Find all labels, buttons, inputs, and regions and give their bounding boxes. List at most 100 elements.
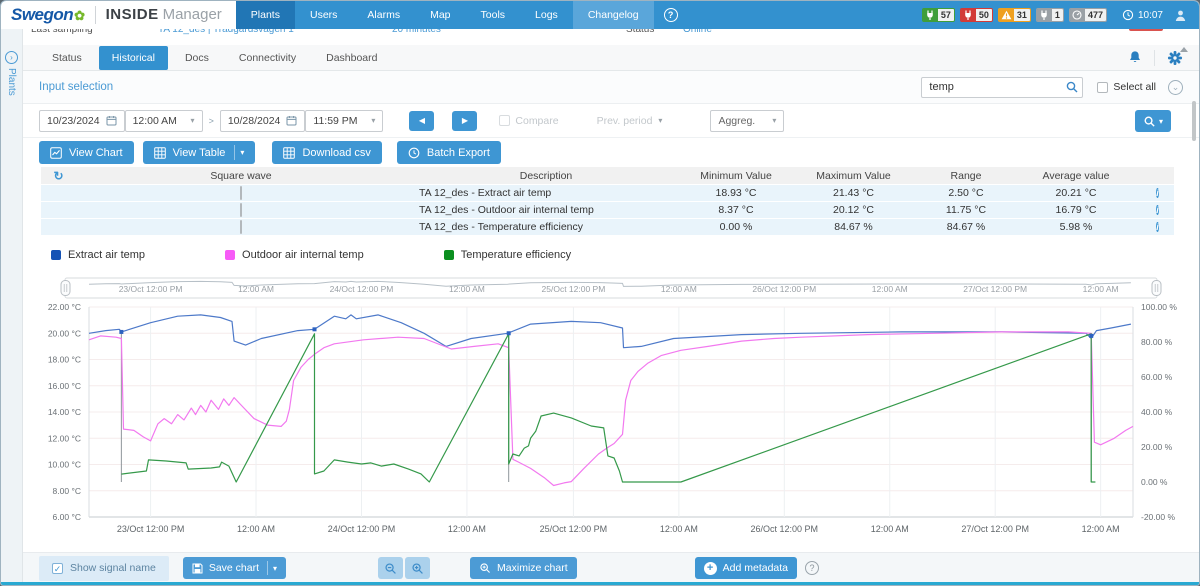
- badge-count: 31: [1014, 9, 1030, 21]
- csv-grid-icon: [283, 147, 295, 159]
- signal-search-input[interactable]: [921, 77, 1083, 98]
- navigator-tick-label: 26/Oct 12:00 PM: [752, 284, 816, 294]
- square-wave-checkbox[interactable]: [240, 186, 242, 200]
- historical-chart[interactable]: 23/Oct 12:00 PM12:00 AM24/Oct 12:00 PM12…: [21, 269, 1181, 547]
- scrollbar-fragment[interactable]: [1192, 101, 1196, 141]
- nav-item-users[interactable]: Users: [295, 1, 352, 29]
- nav-item-alarms[interactable]: Alarms: [352, 1, 415, 29]
- left-axis-tick: 10.00 °C: [48, 460, 81, 470]
- previous-period-button[interactable]: ◀: [409, 111, 434, 131]
- search-icon[interactable]: [1065, 80, 1079, 94]
- nav-item-changelog[interactable]: Changelog: [573, 1, 654, 29]
- legend-item[interactable]: Extract air temp: [51, 249, 145, 261]
- help-icon[interactable]: ?: [664, 8, 678, 22]
- navigator-handle-right[interactable]: [1152, 281, 1161, 296]
- navigator-tick-label: 12:00 AM: [238, 284, 274, 294]
- square-wave-checkbox[interactable]: [240, 220, 242, 234]
- info-icon[interactable]: i: [1156, 188, 1159, 198]
- navigator-handle-left[interactable]: [61, 281, 70, 296]
- show-signal-name-toggle[interactable]: ✓ Show signal name: [39, 556, 169, 581]
- prev-period-select[interactable]: Prev. period▾: [597, 115, 663, 127]
- signal-description: TA 12_des - Extract air temp: [406, 187, 551, 199]
- show-signal-name-checkbox[interactable]: ✓: [52, 563, 63, 574]
- info-icon[interactable]: i: [1156, 222, 1159, 232]
- chart-legend: Extract air temp Outdoor air internal tem…: [51, 249, 651, 261]
- minimum-value: 18.93 °C: [716, 187, 757, 199]
- input-selection-title: Input selection: [39, 81, 113, 93]
- right-axis-tick: 0.00 %: [1141, 477, 1168, 487]
- save-chart-button[interactable]: Save chart ▾: [183, 557, 286, 579]
- legend-item[interactable]: Temperature efficiency: [444, 249, 571, 261]
- nav-item-tools[interactable]: Tools: [466, 1, 521, 29]
- select-all-checkbox[interactable]: [1097, 82, 1108, 93]
- badge-count: 1: [1052, 9, 1063, 21]
- toolbar-help-icon[interactable]: ?: [805, 561, 819, 575]
- main-nav: PlantsUsersAlarmsMapToolsLogsChangelog: [236, 1, 654, 29]
- expand-rail-icon[interactable]: ›: [5, 51, 18, 64]
- next-period-button[interactable]: ▶: [452, 111, 477, 131]
- aggregation-select[interactable]: Aggreg.▾: [710, 110, 784, 132]
- tabs: StatusHistoricalDocsConnectivityDashboar…: [39, 46, 390, 70]
- user-icon[interactable]: [1174, 9, 1187, 22]
- clock: 10:07: [1122, 9, 1163, 21]
- apply-search-button[interactable]: ▾: [1135, 110, 1171, 132]
- scroll-up-arrow[interactable]: [1180, 47, 1188, 52]
- status-badge-57[interactable]: 57: [922, 8, 955, 22]
- view-chart-button[interactable]: View Chart: [39, 141, 134, 164]
- collapse-section-icon[interactable]: ⌄: [1168, 80, 1183, 95]
- tab-historical[interactable]: Historical: [99, 46, 168, 70]
- chevron-down-icon: ▾: [371, 116, 375, 125]
- status-badge-1[interactable]: 1: [1036, 8, 1064, 22]
- view-table-button[interactable]: View Table ▾: [143, 141, 256, 164]
- data-point-marker[interactable]: [119, 330, 123, 334]
- clipped-text: Status: [626, 29, 654, 35]
- data-point-marker[interactable]: [507, 331, 511, 335]
- series-line-temperature-efficiency[interactable]: [121, 334, 1095, 482]
- x-axis-tick: 12:00 AM: [871, 524, 909, 534]
- status-badge-50[interactable]: 50: [960, 8, 993, 22]
- start-date-field[interactable]: 10/23/2024: [39, 110, 125, 132]
- data-point-marker[interactable]: [1089, 334, 1093, 338]
- chevron-down-icon: ▾: [658, 116, 662, 125]
- legend-item[interactable]: Outdoor air internal temp: [225, 249, 364, 261]
- clipped-text: TA 12_des | Trädgårdsvägen 1: [158, 29, 294, 35]
- nav-item-plants[interactable]: Plants: [236, 1, 295, 29]
- end-time-select[interactable]: 11:59 PM▾: [305, 110, 383, 132]
- tab-docs[interactable]: Docs: [172, 46, 222, 70]
- chevron-down-icon[interactable]: ▾: [273, 564, 277, 573]
- maximize-chart-button[interactable]: Maximize chart: [470, 557, 577, 579]
- zoom-out-button[interactable]: [378, 557, 403, 579]
- chevron-down-icon: ▾: [191, 116, 195, 125]
- chevron-down-icon: ▾: [772, 116, 776, 125]
- notifications-bell-icon[interactable]: [1128, 50, 1142, 65]
- refresh-icon[interactable]: ↻: [53, 169, 63, 183]
- zoom-in-button[interactable]: [405, 557, 430, 579]
- download-csv-button[interactable]: Download csv: [272, 141, 381, 164]
- clipped-red-button[interactable]: [1129, 29, 1163, 31]
- nav-item-logs[interactable]: Logs: [520, 1, 573, 29]
- status-badges: 57 50 31 1 477: [922, 8, 1107, 22]
- batch-export-button[interactable]: Batch Export: [397, 141, 501, 164]
- x-axis-tick: 23/Oct 12:00 PM: [117, 524, 185, 534]
- tab-status[interactable]: Status: [39, 46, 95, 70]
- end-date-field[interactable]: 10/28/2024: [220, 110, 306, 132]
- series-line-outdoor-air-internal-temp[interactable]: [89, 332, 1133, 486]
- square-wave-checkbox[interactable]: [240, 203, 242, 217]
- rail-plants-label[interactable]: Plants: [6, 68, 17, 96]
- data-point-marker[interactable]: [313, 327, 317, 331]
- compare-checkbox[interactable]: [499, 115, 510, 126]
- chevron-down-icon[interactable]: ▾: [240, 148, 244, 157]
- nav-item-map[interactable]: Map: [415, 1, 465, 29]
- chevron-down-icon: ▾: [1159, 117, 1163, 126]
- tab-connectivity[interactable]: Connectivity: [226, 46, 309, 70]
- series-line-extract-air-temp[interactable]: [89, 315, 1131, 348]
- button-divider: [267, 561, 268, 575]
- add-metadata-button[interactable]: + Add metadata: [695, 557, 797, 579]
- clipped-text: 20 minutes: [392, 29, 441, 35]
- info-icon[interactable]: i: [1156, 205, 1159, 215]
- status-badge-31[interactable]: 31: [998, 8, 1031, 22]
- status-badge-477[interactable]: 477: [1069, 8, 1107, 22]
- inside-manager-window: Swegon✿ INSIDEManager PlantsUsersAlarmsM…: [0, 0, 1200, 586]
- start-time-select[interactable]: 12:00 AM▾: [125, 110, 203, 132]
- tab-dashboard[interactable]: Dashboard: [313, 46, 390, 70]
